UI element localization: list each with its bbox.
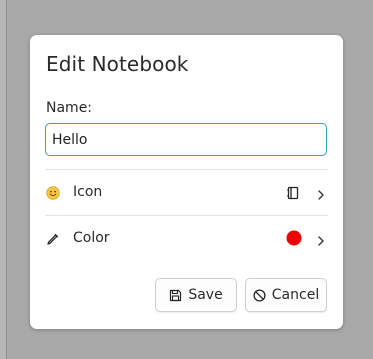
color-row-label: Color <box>73 230 110 246</box>
notebook-icon <box>286 185 300 200</box>
divider <box>45 215 328 216</box>
edit-notebook-dialog: Edit Notebook Name: Icon <box>30 35 343 329</box>
background-panel-edge <box>0 0 7 359</box>
icon-row-label: Icon <box>73 184 103 200</box>
save-button-label: Save <box>188 287 223 303</box>
smiley-emoji-icon <box>46 185 60 200</box>
selected-color-swatch <box>286 230 302 246</box>
color-row[interactable]: Color <box>45 217 328 261</box>
save-button[interactable]: Save <box>155 278 237 312</box>
icon-row[interactable]: Icon <box>45 171 328 215</box>
name-input[interactable] <box>45 123 327 156</box>
dialog-title: Edit Notebook <box>46 52 189 76</box>
cancel-button[interactable]: Cancel <box>245 278 327 312</box>
name-label: Name: <box>46 100 93 116</box>
eyedropper-icon <box>46 231 60 245</box>
divider <box>45 169 328 170</box>
floppy-disk-icon <box>169 289 182 302</box>
cancel-button-label: Cancel <box>271 287 320 303</box>
cancel-icon <box>253 288 266 302</box>
chevron-right-icon <box>316 186 326 200</box>
chevron-right-icon <box>316 232 326 246</box>
